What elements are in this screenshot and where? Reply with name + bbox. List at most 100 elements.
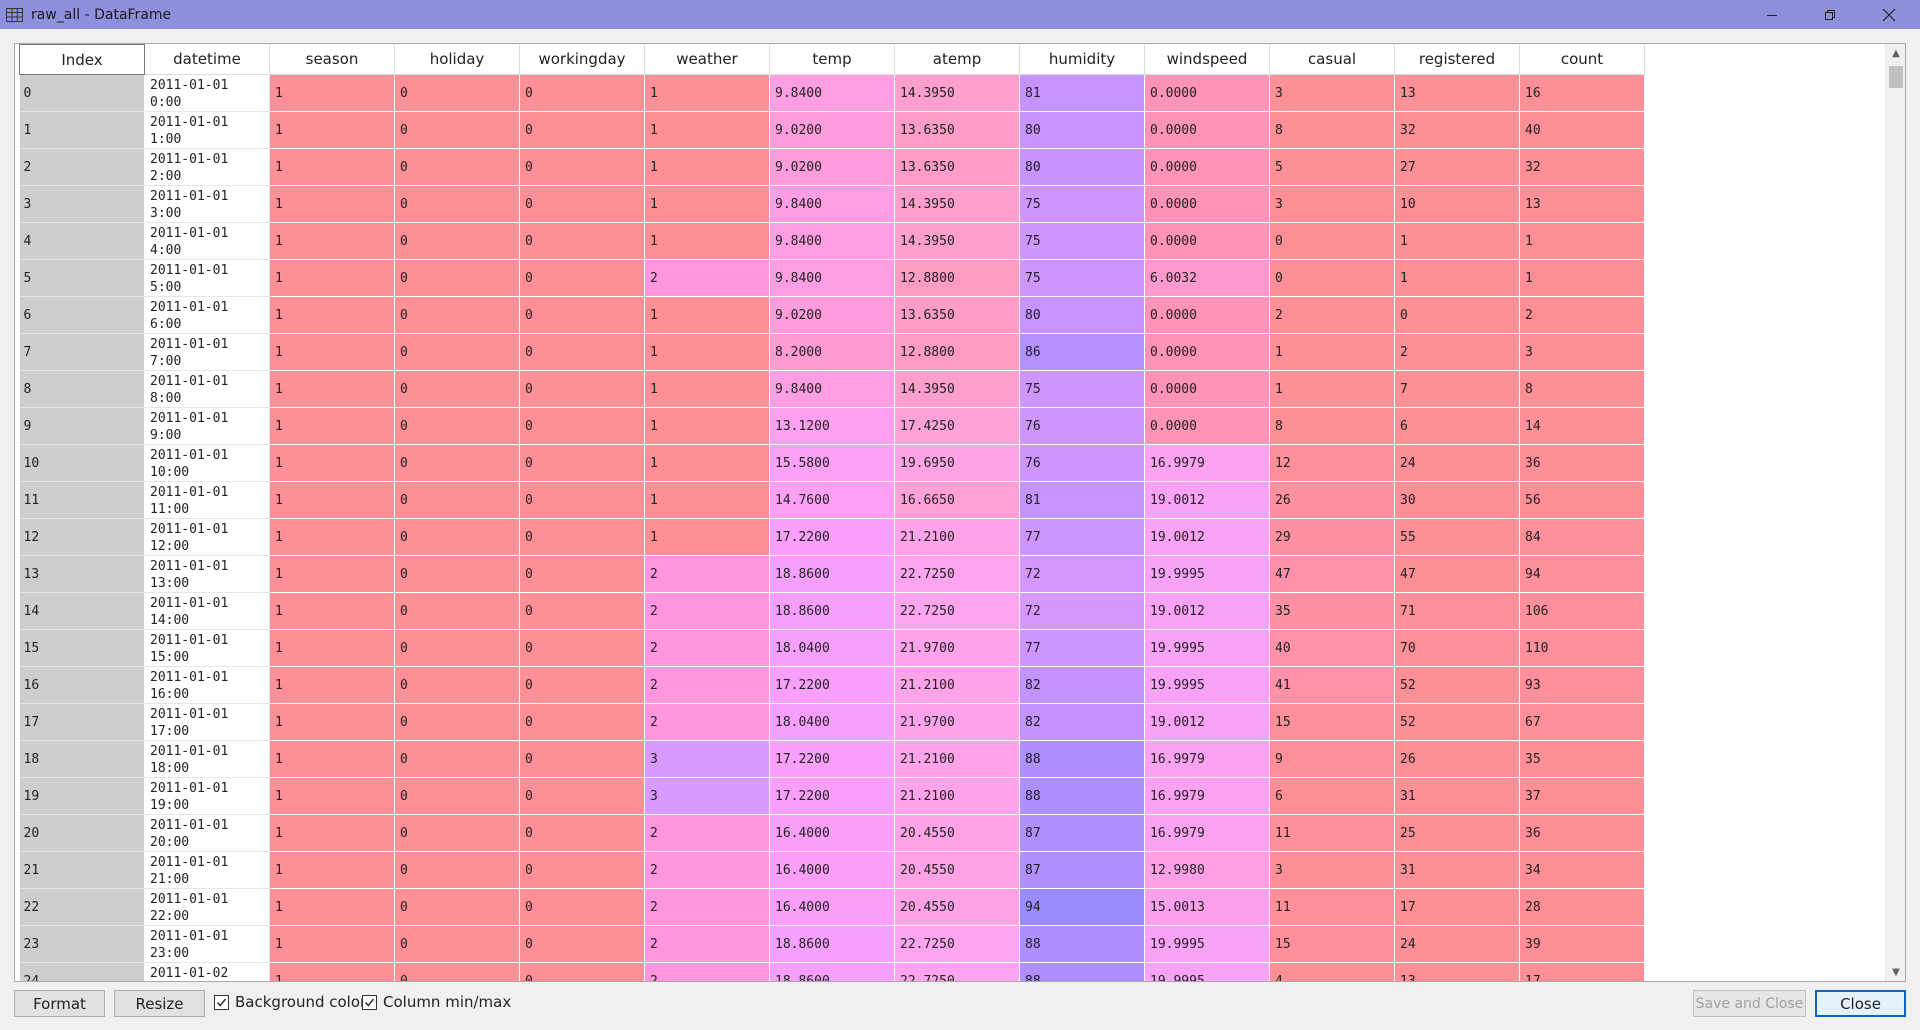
season-cell[interactable]: 1: [269, 185, 395, 223]
holiday-cell[interactable]: 0: [394, 481, 520, 519]
season-cell[interactable]: 1: [269, 407, 395, 445]
row-index-cell[interactable]: 18: [19, 740, 145, 778]
atemp-cell[interactable]: 12.8800: [894, 333, 1020, 371]
holiday-cell[interactable]: 0: [394, 888, 520, 926]
temp-cell[interactable]: 18.8600: [769, 592, 895, 630]
holiday-cell[interactable]: 0: [394, 851, 520, 889]
humidity-cell[interactable]: 72: [1019, 555, 1145, 593]
workingday-cell[interactable]: 0: [519, 222, 645, 260]
registered-cell[interactable]: 52: [1394, 666, 1520, 704]
temp-cell[interactable]: 18.8600: [769, 962, 895, 981]
workingday-cell[interactable]: 0: [519, 925, 645, 963]
temp-cell[interactable]: 16.4000: [769, 888, 895, 926]
column-header-season[interactable]: season: [269, 44, 395, 75]
holiday-cell[interactable]: 0: [394, 629, 520, 667]
holiday-cell[interactable]: 0: [394, 296, 520, 334]
datetime-cell[interactable]: 2011-01-01 20:00: [144, 814, 270, 852]
checkbox-box[interactable]: [362, 994, 377, 1010]
temp-cell[interactable]: 18.0400: [769, 703, 895, 741]
season-cell[interactable]: 1: [269, 666, 395, 704]
windspeed-cell[interactable]: 19.0012: [1144, 703, 1270, 741]
humidity-cell[interactable]: 88: [1019, 740, 1145, 778]
workingday-cell[interactable]: 0: [519, 333, 645, 371]
weather-cell[interactable]: 1: [644, 333, 770, 371]
windspeed-cell[interactable]: 0.0000: [1144, 370, 1270, 408]
temp-cell[interactable]: 9.8400: [769, 259, 895, 297]
atemp-cell[interactable]: 19.6950: [894, 444, 1020, 482]
datetime-cell[interactable]: 2011-01-01 0:00: [144, 74, 270, 112]
registered-cell[interactable]: 52: [1394, 703, 1520, 741]
save-and-close-button[interactable]: Save and Close: [1693, 990, 1806, 1017]
weather-cell[interactable]: 1: [644, 370, 770, 408]
count-cell[interactable]: 94: [1519, 555, 1645, 593]
temp-cell[interactable]: 9.0200: [769, 296, 895, 334]
weather-cell[interactable]: 2: [644, 629, 770, 667]
column-header-temp[interactable]: temp: [769, 44, 895, 75]
humidity-cell[interactable]: 76: [1019, 407, 1145, 445]
workingday-cell[interactable]: 0: [519, 296, 645, 334]
count-cell[interactable]: 56: [1519, 481, 1645, 519]
holiday-cell[interactable]: 0: [394, 592, 520, 630]
season-cell[interactable]: 1: [269, 851, 395, 889]
weather-cell[interactable]: 2: [644, 814, 770, 852]
casual-cell[interactable]: 40: [1269, 629, 1395, 667]
row-index-cell[interactable]: 14: [19, 592, 145, 630]
season-cell[interactable]: 1: [269, 777, 395, 815]
casual-cell[interactable]: 3: [1269, 185, 1395, 223]
humidity-cell[interactable]: 87: [1019, 814, 1145, 852]
table-row[interactable]: 5 2011-01-01 5:00 1 0 0 2 9.8400 12.8800 75 6.003…: [19, 259, 1645, 297]
count-cell[interactable]: 39: [1519, 925, 1645, 963]
casual-cell[interactable]: 1: [1269, 370, 1395, 408]
workingday-cell[interactable]: 0: [519, 703, 645, 741]
windspeed-cell[interactable]: 16.9979: [1144, 740, 1270, 778]
holiday-cell[interactable]: 0: [394, 407, 520, 445]
holiday-cell[interactable]: 0: [394, 74, 520, 112]
casual-cell[interactable]: 6: [1269, 777, 1395, 815]
row-index-cell[interactable]: 19: [19, 777, 145, 815]
checkbox-box[interactable]: [214, 994, 229, 1010]
row-index-cell[interactable]: 4: [19, 222, 145, 260]
row-index-cell[interactable]: 13: [19, 555, 145, 593]
holiday-cell[interactable]: 0: [394, 740, 520, 778]
humidity-cell[interactable]: 75: [1019, 185, 1145, 223]
row-index-cell[interactable]: 24: [19, 962, 145, 981]
season-cell[interactable]: 1: [269, 518, 395, 556]
weather-cell[interactable]: 2: [644, 666, 770, 704]
table-row[interactable]: 22 2011-01-01 22:00 1 0 0 2 16.4000 20.4550 94 15…: [19, 888, 1645, 926]
holiday-cell[interactable]: 0: [394, 222, 520, 260]
row-index-cell[interactable]: 23: [19, 925, 145, 963]
registered-cell[interactable]: 47: [1394, 555, 1520, 593]
workingday-cell[interactable]: 0: [519, 259, 645, 297]
registered-cell[interactable]: 13: [1394, 74, 1520, 112]
holiday-cell[interactable]: 0: [394, 518, 520, 556]
format-button[interactable]: Format: [14, 990, 105, 1017]
atemp-cell[interactable]: 20.4550: [894, 851, 1020, 889]
casual-cell[interactable]: 29: [1269, 518, 1395, 556]
datetime-cell[interactable]: 2011-01-01 10:00: [144, 444, 270, 482]
weather-cell[interactable]: 1: [644, 407, 770, 445]
season-cell[interactable]: 1: [269, 888, 395, 926]
datetime-cell[interactable]: 2011-01-01 2:00: [144, 148, 270, 186]
row-index-cell[interactable]: 12: [19, 518, 145, 556]
registered-cell[interactable]: 0: [1394, 296, 1520, 334]
windspeed-cell[interactable]: 19.9995: [1144, 925, 1270, 963]
temp-cell[interactable]: 15.5800: [769, 444, 895, 482]
column-header-weather[interactable]: weather: [644, 44, 770, 75]
row-index-cell[interactable]: 10: [19, 444, 145, 482]
workingday-cell[interactable]: 0: [519, 148, 645, 186]
count-cell[interactable]: 36: [1519, 814, 1645, 852]
season-cell[interactable]: 1: [269, 740, 395, 778]
weather-cell[interactable]: 1: [644, 444, 770, 482]
humidity-cell[interactable]: 87: [1019, 851, 1145, 889]
season-cell[interactable]: 1: [269, 333, 395, 371]
scrollbar-thumb[interactable]: [1889, 66, 1903, 88]
weather-cell[interactable]: 1: [644, 74, 770, 112]
humidity-cell[interactable]: 75: [1019, 259, 1145, 297]
registered-cell[interactable]: 17: [1394, 888, 1520, 926]
count-cell[interactable]: 34: [1519, 851, 1645, 889]
weather-cell[interactable]: 2: [644, 592, 770, 630]
casual-cell[interactable]: 0: [1269, 259, 1395, 297]
table-row[interactable]: 0 2011-01-01 0:00 1 0 0 1 9.8400 14.3950 81 0.000…: [19, 74, 1645, 112]
count-cell[interactable]: 28: [1519, 888, 1645, 926]
row-index-cell[interactable]: 0: [19, 74, 145, 112]
